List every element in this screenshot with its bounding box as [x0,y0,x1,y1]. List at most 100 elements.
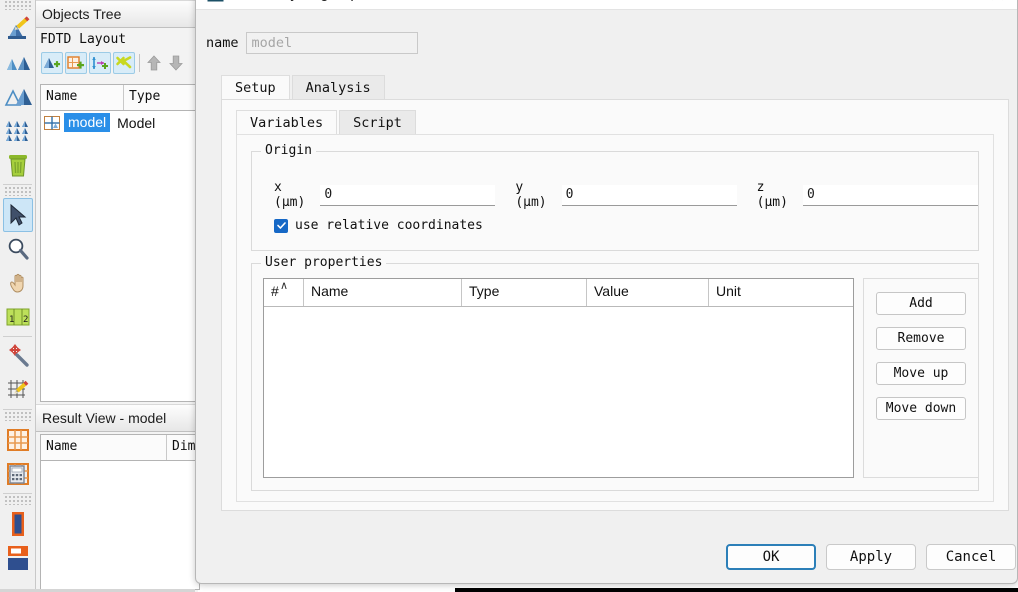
objects-tree-row[interactable]: model Model [41,111,199,134]
cancel-button[interactable]: Cancel [926,544,1016,570]
user-properties-table[interactable]: # ∧ Name Type Value Unit [263,278,854,478]
tree-toolbar-separator [139,53,140,72]
user-properties-group: User properties # ∧ Name Type Value Unit… [251,255,979,491]
add-mesh-button[interactable] [65,51,87,74]
fdtd-layout-label: FDTD Layout [36,28,198,49]
add-objects-icon[interactable] [3,46,33,80]
inner-tab-row: Variables Script [236,110,994,134]
move-up-property-button[interactable]: Move up [876,362,966,385]
col-name[interactable]: Name [304,279,462,306]
result-view-col-name[interactable]: Name [41,435,167,460]
application-window: 1 2 Objects Tree FDTD Layout Name Type m… [0,0,1018,592]
origin-group-title: Origin [261,143,316,158]
z-label: z (µm) [756,180,788,210]
objects-tree-row-name[interactable]: model [64,113,111,132]
select-cursor-icon[interactable] [2,198,33,232]
objects-tree-col-name[interactable]: Name [41,85,124,110]
toolbar-grip-1[interactable] [3,1,32,10]
edit-mesh-icon[interactable] [3,373,33,407]
user-properties-buttons: Add Remove Move up Move down [863,278,979,478]
add-analysis-button[interactable] [113,51,135,74]
col-number[interactable]: # ∧ [264,279,304,306]
move-down-property-button[interactable]: Move down [876,397,966,420]
monitor-bar-icon[interactable] [3,507,33,541]
result-view-title: Result View - model [36,404,198,432]
y-label: y (µm) [515,180,547,210]
origin-group: Origin x (µm) y (µm) z (µm) [251,143,979,251]
mesh-grid-icon[interactable] [3,423,33,457]
name-input[interactable] [245,32,418,54]
variables-script-tabwidget: Variables Script Origin x (µm) y (µm) [236,110,994,502]
objects-tree-col-type[interactable]: Type [124,85,199,110]
ok-button[interactable]: OK [726,544,816,570]
use-relative-coordinates-checkbox[interactable] [274,218,288,233]
objects-tree-panel: Objects Tree FDTD Layout Name Type model… [36,0,200,404]
apply-button[interactable]: Apply [826,544,916,570]
outer-tab-row: Setup Analysis [221,75,1009,99]
measure-icon[interactable]: 1 2 [3,300,33,334]
setup-analysis-tabwidget: Setup Analysis Variables Script Origin x… [221,75,1009,511]
col-value[interactable]: Value [587,279,709,306]
edit-object-icon[interactable] [3,12,33,46]
left-toolbar: 1 2 [0,0,36,592]
result-view-header: Name Dim [41,435,199,461]
use-relative-coordinates-row[interactable]: use relative coordinates [274,218,483,233]
col-number-label: # [271,283,279,299]
toolbar-grip-3[interactable] [3,412,32,421]
window-bottom-edge [455,588,1018,592]
layout-view-icon[interactable] [3,541,33,575]
analysis-group-icon [207,0,224,2]
x-label: x (µm) [274,180,306,210]
result-view-table[interactable]: Name Dim [40,434,200,590]
toolbar-grip-4[interactable] [3,496,32,505]
svg-text:1: 1 [9,315,14,325]
col-unit[interactable]: Unit [709,279,853,306]
move-object-icon[interactable] [3,339,33,373]
objects-tree-title: Objects Tree [36,0,198,28]
objects-tree-header: Name Type [41,85,199,111]
tab-script[interactable]: Script [339,110,416,134]
result-view-panel: Result View - model Name Dim [36,404,200,592]
objects-tree-row-type: Model [117,114,156,131]
toolbar-separator-1 [3,184,32,185]
move-up-button[interactable] [144,52,164,74]
move-down-button[interactable] [166,52,186,74]
sort-ascending-icon: ∧ [280,280,289,292]
objects-tree-toolbar [36,49,198,77]
use-relative-coordinates-label: use relative coordinates [295,218,483,233]
model-node-icon [44,115,62,130]
tab-variables[interactable]: Variables [236,110,338,134]
setup-tab-pane: Variables Script Origin x (µm) y (µm) [221,99,1009,511]
dialog-title: Edit analysis group [232,0,359,2]
pan-hand-icon[interactable] [3,266,33,300]
dialog-footer: OK Apply Cancel [196,544,1018,574]
mesh-calculator-icon[interactable] [3,457,33,491]
group-objects-icon[interactable] [3,80,33,114]
name-row: name [206,32,418,54]
origin-coordinate-row: x (µm) y (µm) z (µm) [252,180,978,210]
dialog-title-bar[interactable]: Edit analysis group [196,0,1017,10]
close-icon[interactable] [987,0,1007,3]
user-properties-group-title: User properties [261,255,387,270]
toolbar-grip-2[interactable] [3,187,32,196]
objects-tree-table[interactable]: Name Type model Model [40,84,200,402]
svg-text:2: 2 [23,315,28,325]
tab-setup[interactable]: Setup [221,75,290,99]
duplicate-objects-icon[interactable] [3,114,33,148]
user-properties-header: # ∧ Name Type Value Unit [264,279,853,307]
toolbar-separator-4 [3,493,32,494]
edit-analysis-group-dialog: Edit analysis group name Setup Analysis … [195,0,1018,584]
add-structure-button[interactable] [41,51,63,74]
add-property-button[interactable]: Add [876,292,966,315]
remove-property-button[interactable]: Remove [876,327,966,350]
x-input[interactable] [320,184,496,206]
col-type[interactable]: Type [462,279,587,306]
name-label: name [206,35,239,51]
toolbar-separator-3 [3,409,32,410]
z-input[interactable] [802,184,978,206]
zoom-icon[interactable] [3,232,33,266]
tab-analysis[interactable]: Analysis [291,75,385,99]
delete-icon[interactable] [3,148,33,182]
y-input[interactable] [561,184,737,206]
add-source-button[interactable] [89,51,111,74]
